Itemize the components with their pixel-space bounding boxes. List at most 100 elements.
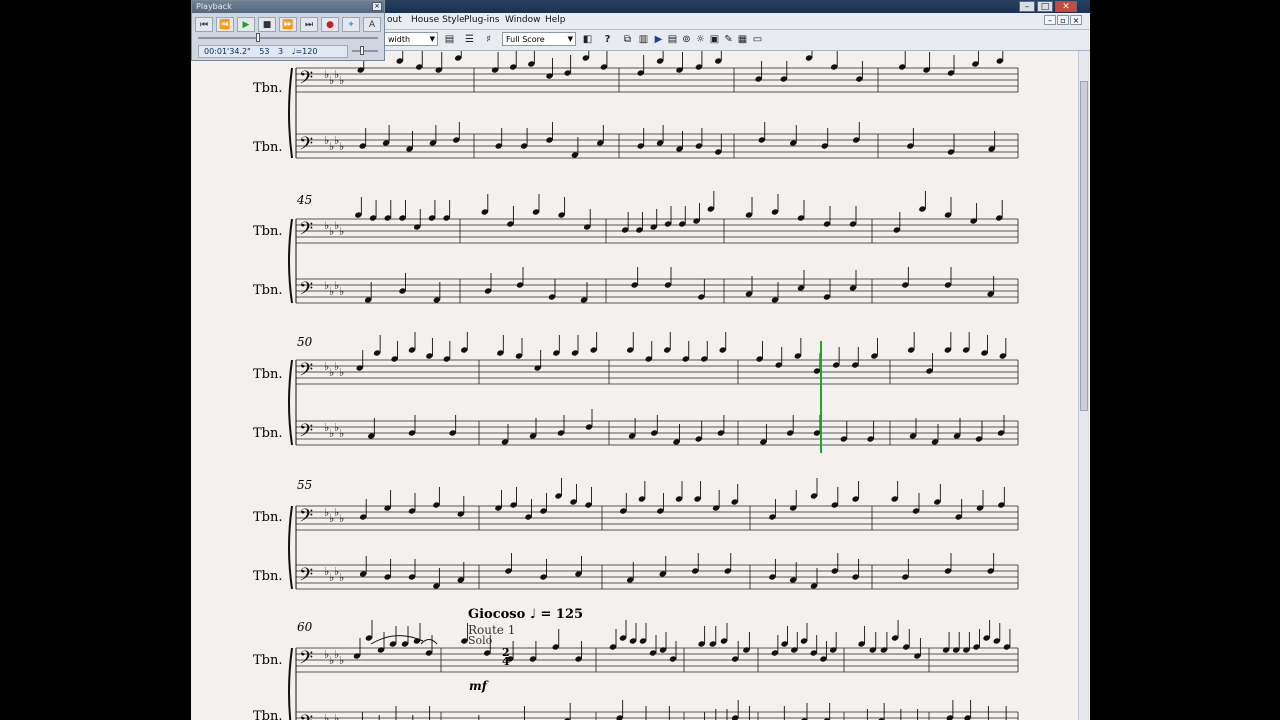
parts-icon[interactable]: ◧ bbox=[581, 33, 594, 46]
slider-knob[interactable] bbox=[360, 46, 364, 55]
close-icon[interactable]: × bbox=[372, 2, 382, 11]
doc-minimize-button[interactable]: – bbox=[1044, 15, 1056, 25]
help-icon[interactable]: ? bbox=[601, 33, 614, 46]
fast-forward-button[interactable]: ⏩ bbox=[279, 17, 297, 32]
flat-sign: ♭ bbox=[339, 654, 344, 667]
mixer-icon[interactable]: ▤ bbox=[666, 33, 679, 46]
fermata bbox=[420, 639, 438, 645]
dynamic-marking[interactable]: mf bbox=[469, 679, 487, 693]
rewind-to-start-button[interactable]: ⏮ bbox=[195, 17, 213, 32]
record-button[interactable]: ● bbox=[321, 17, 339, 32]
staff-label: Tbn. bbox=[253, 426, 283, 441]
time-signature: 2 4 bbox=[502, 647, 510, 668]
navigator-icon[interactable]: ⧉ bbox=[621, 33, 634, 46]
chevron-down-icon: ▼ bbox=[567, 35, 573, 43]
playback-readout: 00:01'34.2" 53 3 ♩=120 bbox=[198, 45, 348, 58]
menu-plug-ins[interactable]: Plug-ins bbox=[464, 15, 500, 25]
flat-sign: ♭ bbox=[339, 74, 344, 87]
transpose-icon[interactable]: ♯ bbox=[482, 33, 495, 46]
slider-knob[interactable] bbox=[256, 33, 260, 42]
beat-readout: 3 bbox=[278, 47, 284, 56]
flat-sign: ♭ bbox=[339, 225, 344, 238]
close-button[interactable]: ✕ bbox=[1055, 1, 1077, 12]
pen-icon[interactable]: ✎ bbox=[722, 33, 735, 46]
menu-window[interactable]: Window bbox=[505, 15, 541, 25]
bass-clef: 𝄢 bbox=[299, 219, 313, 244]
staff-brace bbox=[288, 359, 293, 446]
flat-sign: ♭ bbox=[339, 140, 344, 153]
minimize-button[interactable]: – bbox=[1019, 1, 1035, 12]
volume-slider[interactable] bbox=[352, 46, 378, 55]
bass-clef: 𝄢 bbox=[299, 279, 313, 304]
live-playback-button[interactable]: A bbox=[363, 17, 381, 32]
staff-label: Tbn. bbox=[253, 709, 283, 720]
chevron-down-icon: ▼ bbox=[429, 35, 435, 43]
video-icon[interactable]: ⊚ bbox=[680, 33, 693, 46]
palette-icon[interactable]: ▦ bbox=[736, 33, 749, 46]
staff-brace bbox=[288, 647, 293, 720]
flat-sign: ♭ bbox=[339, 571, 344, 584]
view-select[interactable]: Full Score ▼ bbox=[502, 32, 576, 46]
bar-number: 50 bbox=[297, 335, 313, 349]
scrollbar-thumb[interactable] bbox=[1080, 81, 1088, 411]
staff-label: Tbn. bbox=[253, 283, 283, 298]
staff-brace bbox=[288, 505, 293, 590]
playback-title-bar[interactable]: Playback bbox=[192, 1, 384, 13]
tempo-readout: ♩=120 bbox=[291, 47, 318, 56]
maximize-button[interactable]: □ bbox=[1037, 1, 1053, 12]
bar-number: 45 bbox=[297, 193, 313, 207]
flat-sign: ♭ bbox=[339, 427, 344, 440]
staff-label: Tbn. bbox=[253, 140, 283, 155]
play-icon[interactable]: ▶ bbox=[652, 33, 665, 46]
bar-readout: 53 bbox=[259, 47, 270, 56]
score-canvas: 𝄢 ♭ ♭ ♭ ♭𝄢 ♭ ♭ ♭ ♭𝄢 ♭ ♭ ♭ ♭𝄢 ♭ ♭ ♭ ♭𝄢 ♭ ♭ ♭ ♭𝄢 ♭ ♭ ♭ ♭𝄢 ♭ ♭ ♭ ♭𝄢 ♭ ♭ ♭ ♭… bbox=[288, 51, 1019, 720]
zoom-select-value: width bbox=[388, 35, 411, 44]
list-icon[interactable]: ☰ bbox=[463, 33, 476, 46]
stop-button[interactable]: ■ bbox=[258, 17, 276, 32]
tempo-value: ♩ = 125 bbox=[529, 607, 584, 622]
bass-clef: 𝄢 bbox=[299, 648, 313, 673]
properties-icon[interactable]: ▣ bbox=[708, 33, 721, 46]
window-icon[interactable]: ▭ bbox=[751, 33, 764, 46]
staff-label: Tbn. bbox=[253, 510, 283, 525]
doc-restore-button[interactable]: ▫ bbox=[1057, 15, 1069, 25]
staff-brace bbox=[288, 67, 293, 159]
flat-sign: ♭ bbox=[339, 366, 344, 379]
bass-clef: 𝄢 bbox=[299, 565, 313, 590]
vertical-scrollbar[interactable] bbox=[1078, 51, 1090, 720]
bass-clef: 𝄢 bbox=[299, 712, 313, 720]
menu-house-style[interactable]: House Style bbox=[411, 15, 465, 25]
doc-close-button[interactable]: × bbox=[1070, 15, 1082, 25]
rewind-button[interactable]: ⏪ bbox=[216, 17, 234, 32]
menu-layout[interactable]: out bbox=[387, 15, 402, 25]
play-button[interactable]: ▶ bbox=[237, 17, 255, 32]
playback-window[interactable]: Playback × ⏮ ⏪ ▶ ■ ⏩ ⏭ ● ✦ A 00:01'34.2"… bbox=[191, 0, 385, 61]
flat-sign: ♭ bbox=[339, 512, 344, 525]
flat-sign: ♭ bbox=[339, 285, 344, 298]
page-view-icon[interactable]: ▤ bbox=[443, 33, 456, 46]
bar-number: 60 bbox=[297, 620, 313, 634]
playback-position-slider[interactable] bbox=[198, 33, 378, 42]
view-select-value: Full Score bbox=[506, 35, 545, 44]
time-readout: 00:01'34.2" bbox=[204, 47, 251, 56]
staff-label: Tbn. bbox=[253, 569, 283, 584]
bass-clef: 𝄢 bbox=[299, 421, 313, 446]
time-signature-bottom: 4 bbox=[502, 655, 510, 668]
score-page[interactable]: 𝄢 ♭ ♭ ♭ ♭ 𝄢 ♭ ♭ ♭ ♭ 𝄢 ♭ ♭ ♭ ♭ 𝄢 ♭ ♭ ♭ ♭ 𝄢 ♭ ♭ ♭ ♭ 𝄢 ♭ ♭ ♭ ♭ 𝄢 ♭ ♭ ♭ ♭ 𝄢 ♭ ♭ ♭ ♭… bbox=[191, 51, 1079, 720]
tempo-text: Giocoso bbox=[468, 607, 526, 622]
bass-clef: 𝄢 bbox=[299, 506, 313, 531]
menu-help[interactable]: Help bbox=[545, 15, 566, 25]
live-tempo-button[interactable]: ✦ bbox=[342, 17, 360, 32]
go-to-end-button[interactable]: ⏭ bbox=[300, 17, 318, 32]
technique-text[interactable]: Solo bbox=[468, 634, 492, 647]
tempo-marking[interactable]: Giocoso ♩ = 125 bbox=[468, 607, 583, 622]
bass-clef: 𝄢 bbox=[299, 68, 313, 93]
ideas-icon[interactable]: ☼ bbox=[694, 33, 707, 46]
staff-label: Tbn. bbox=[253, 653, 283, 668]
staff-brace bbox=[288, 218, 293, 304]
bass-clef: 𝄢 bbox=[299, 134, 313, 159]
zoom-select[interactable]: width ▼ bbox=[384, 32, 438, 46]
staff-label: Tbn. bbox=[253, 224, 283, 239]
bar-number: 55 bbox=[297, 478, 313, 492]
keypad-icon[interactable]: ▥ bbox=[637, 33, 650, 46]
